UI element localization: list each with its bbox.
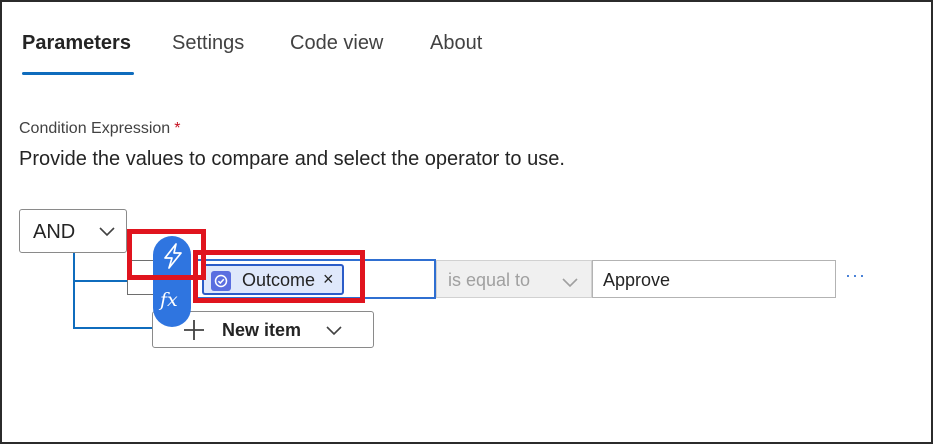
chevron-down-icon <box>326 326 342 336</box>
plus-icon <box>184 320 204 340</box>
group-operator-dropdown[interactable]: AND <box>19 209 127 253</box>
new-item-label: New item <box>222 320 302 340</box>
active-tab-indicator <box>22 72 134 75</box>
chevron-down-icon <box>562 278 578 288</box>
tab-parameters[interactable]: Parameters <box>22 32 131 55</box>
tab-settings[interactable]: Settings <box>172 32 244 55</box>
chevron-down-icon <box>99 227 115 237</box>
highlight-box-token <box>193 250 365 303</box>
comparison-operator-value: is equal to <box>448 270 531 290</box>
panel-frame <box>0 0 933 444</box>
tab-about[interactable]: About <box>430 32 482 55</box>
group-operator-value: AND <box>33 221 76 243</box>
tree-connector-row <box>73 280 127 282</box>
condition-description: Provide the values to compare and select… <box>19 148 565 170</box>
right-value-text: Approve <box>603 270 671 290</box>
tree-connector-vertical <box>73 253 75 328</box>
tab-code-view[interactable]: Code view <box>290 32 383 55</box>
expression-fx-button[interactable]: fx <box>160 289 178 311</box>
required-marker: * <box>174 120 181 137</box>
row-more-options-button[interactable]: ··· <box>845 265 866 286</box>
right-value-input[interactable]: Approve <box>592 260 836 298</box>
tree-connector-new-item <box>73 327 153 329</box>
condition-expression-label: Condition Expression * <box>19 120 180 138</box>
condition-expression-label-text: Condition Expression <box>19 120 171 137</box>
comparison-operator-dropdown[interactable]: is equal to <box>436 260 592 298</box>
